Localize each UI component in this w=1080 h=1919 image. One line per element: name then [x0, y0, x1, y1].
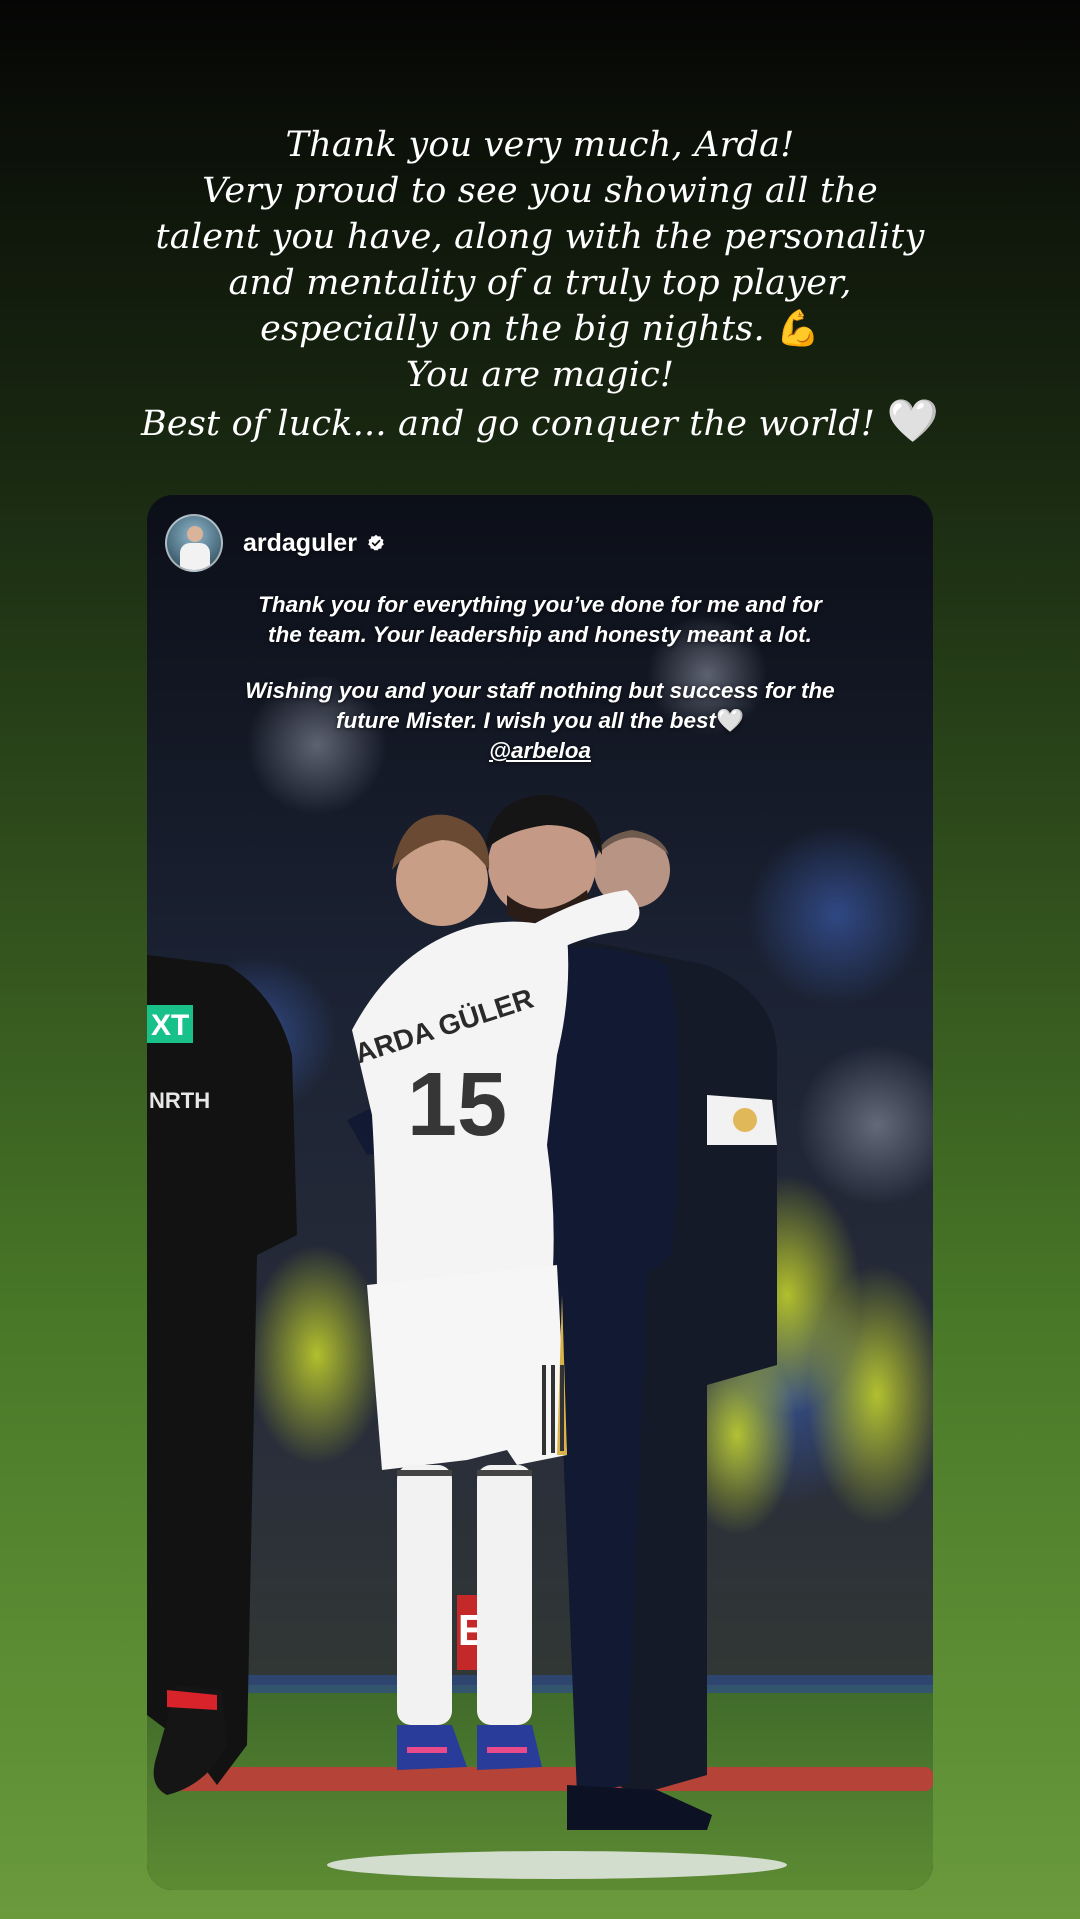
sleeve-text: NRTH — [149, 1088, 210, 1113]
story-post-text: Thank you for everything you’ve done for… — [177, 590, 903, 766]
white-heart-icon: 🤍 — [716, 708, 745, 734]
jersey-number: 15 — [407, 1055, 507, 1155]
reshared-story-card[interactable]: Em XT NRTH 15 ARDA GÜLER — [147, 495, 933, 1890]
white-heart-icon: 🤍 — [886, 396, 939, 445]
post-line-1: Thank you for everything you’ve done for… — [258, 592, 822, 617]
post-line-3: Wishing you and your staff nothing but s… — [245, 678, 835, 703]
verified-badge-icon — [368, 534, 384, 551]
story-header: ardaguler — [165, 513, 385, 573]
story-caption: Thank you very much, Arda! Very proud to… — [60, 122, 1020, 447]
caption-line-7-wrap: Best of luck... and go conquer the world… — [60, 398, 1020, 447]
post-line-4: future Mister. I wish you all the best — [335, 708, 717, 733]
avatar[interactable] — [165, 514, 223, 572]
caption-line-5: especially on the big nights. — [260, 309, 765, 349]
mention-link[interactable]: @arbeloa — [489, 738, 591, 763]
flexed-biceps-icon: 💪 — [776, 309, 820, 349]
sleeve-sponsor-text: XT — [151, 1009, 189, 1042]
post-line-2: the team. Your leadership and honesty me… — [268, 622, 812, 647]
caption-line-5-wrap: especially on the big nights. 💪 — [60, 306, 1020, 352]
caption-line-7: Best of luck... and go conquer the world… — [141, 404, 876, 444]
post-line-4-wrap: future Mister. I wish you all the best🤍 — [177, 706, 903, 736]
story-username[interactable]: ardaguler — [243, 529, 357, 558]
caption-line-2: Very proud to see you showing all the — [202, 171, 878, 211]
caption-line-4: and mentality of a truly top player, — [228, 263, 852, 303]
caption-line-6: You are magic! — [405, 355, 675, 395]
caption-line-3: talent you have, along with the personal… — [155, 217, 925, 257]
caption-line-1: Thank you very much, Arda! — [285, 125, 795, 165]
